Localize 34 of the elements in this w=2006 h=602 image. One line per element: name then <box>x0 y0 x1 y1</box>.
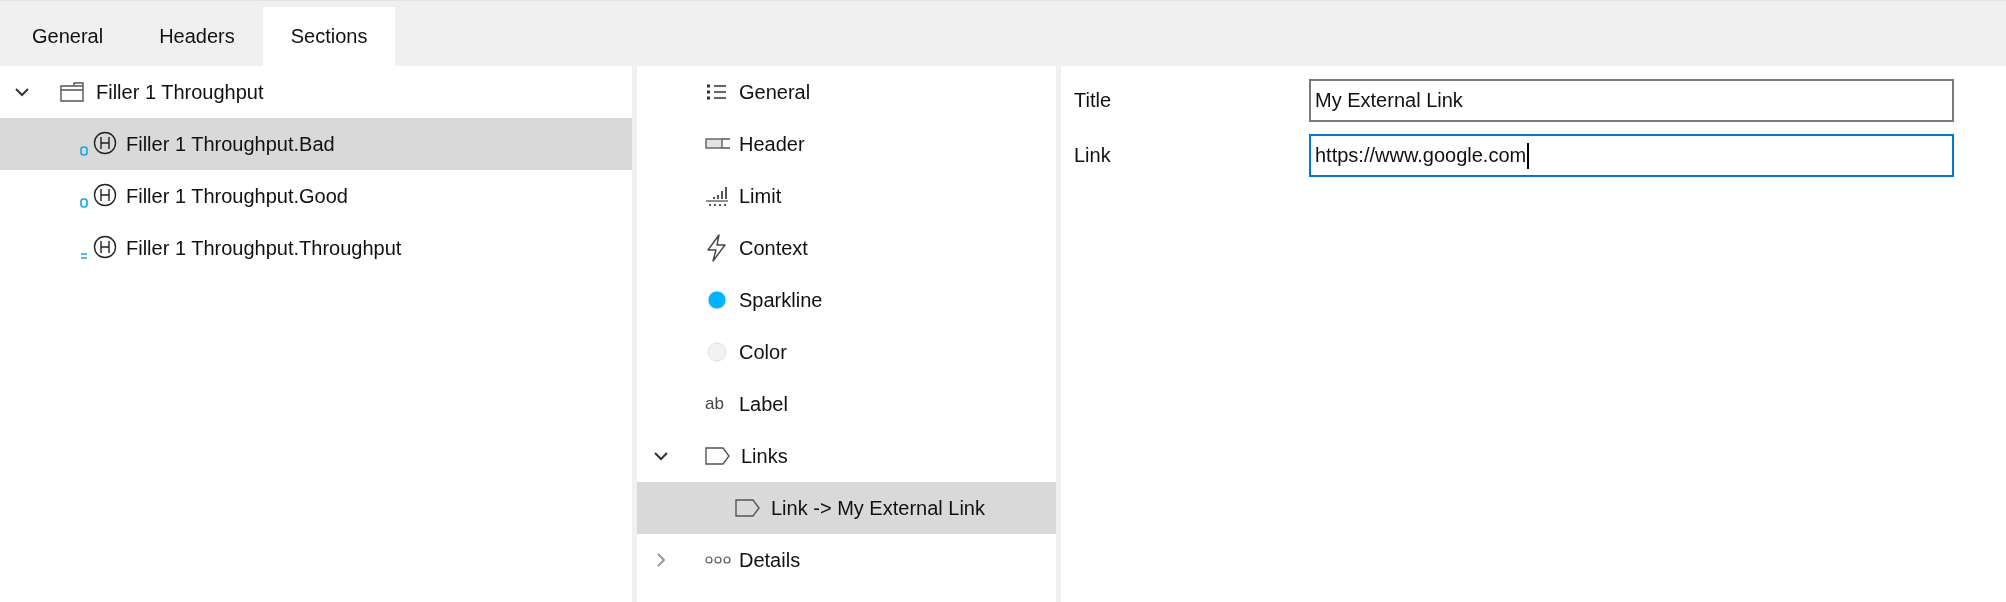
tab[interactable]: General <box>4 7 132 66</box>
tree-item[interactable]: Filler 1 Throughput <box>0 66 632 118</box>
section-item[interactable]: Context <box>637 222 1056 274</box>
tree-item[interactable]: Filler 1 Throughput.Throughput <box>0 222 632 274</box>
tree-item[interactable]: Filler 1 Throughput.Good <box>0 170 632 222</box>
header-icon <box>705 137 731 151</box>
field-label: Link <box>1074 144 1112 167</box>
color-dot-icon <box>705 342 729 362</box>
more-dots-icon <box>705 555 731 565</box>
list-icon <box>705 82 729 102</box>
tab[interactable]: Headers <box>131 7 263 66</box>
tag-icon <box>735 499 761 517</box>
section-item[interactable]: Links <box>637 430 1056 482</box>
sensor-h-icon <box>80 183 118 209</box>
section-item[interactable]: Sparkline <box>637 274 1056 326</box>
sensor-h-icon <box>80 131 118 157</box>
section-item[interactable]: ab Label <box>637 378 1056 430</box>
section-item[interactable]: Limit <box>637 170 1056 222</box>
color-dot-icon <box>705 290 729 310</box>
section-item[interactable]: Header <box>637 118 1056 170</box>
field-label: Title <box>1074 89 1113 112</box>
section-item[interactable]: General <box>637 66 1056 118</box>
input-field[interactable]: https://www.google.com <box>1309 134 1954 177</box>
limit-bars-icon <box>705 185 729 207</box>
section-item[interactable]: Link -> My External Link <box>637 482 1056 534</box>
equals-h-icon <box>80 235 118 261</box>
tree-item[interactable]: Filler 1 Throughput.Bad <box>0 118 632 170</box>
text-format-icon: ab <box>705 394 739 414</box>
section-item[interactable]: Color <box>637 326 1056 378</box>
tab[interactable]: Sections <box>262 7 396 66</box>
folder-icon <box>60 82 84 102</box>
input-field[interactable]: My External Link <box>1309 79 1954 122</box>
section-item[interactable]: Details <box>637 534 1056 586</box>
tag-icon <box>705 447 731 465</box>
